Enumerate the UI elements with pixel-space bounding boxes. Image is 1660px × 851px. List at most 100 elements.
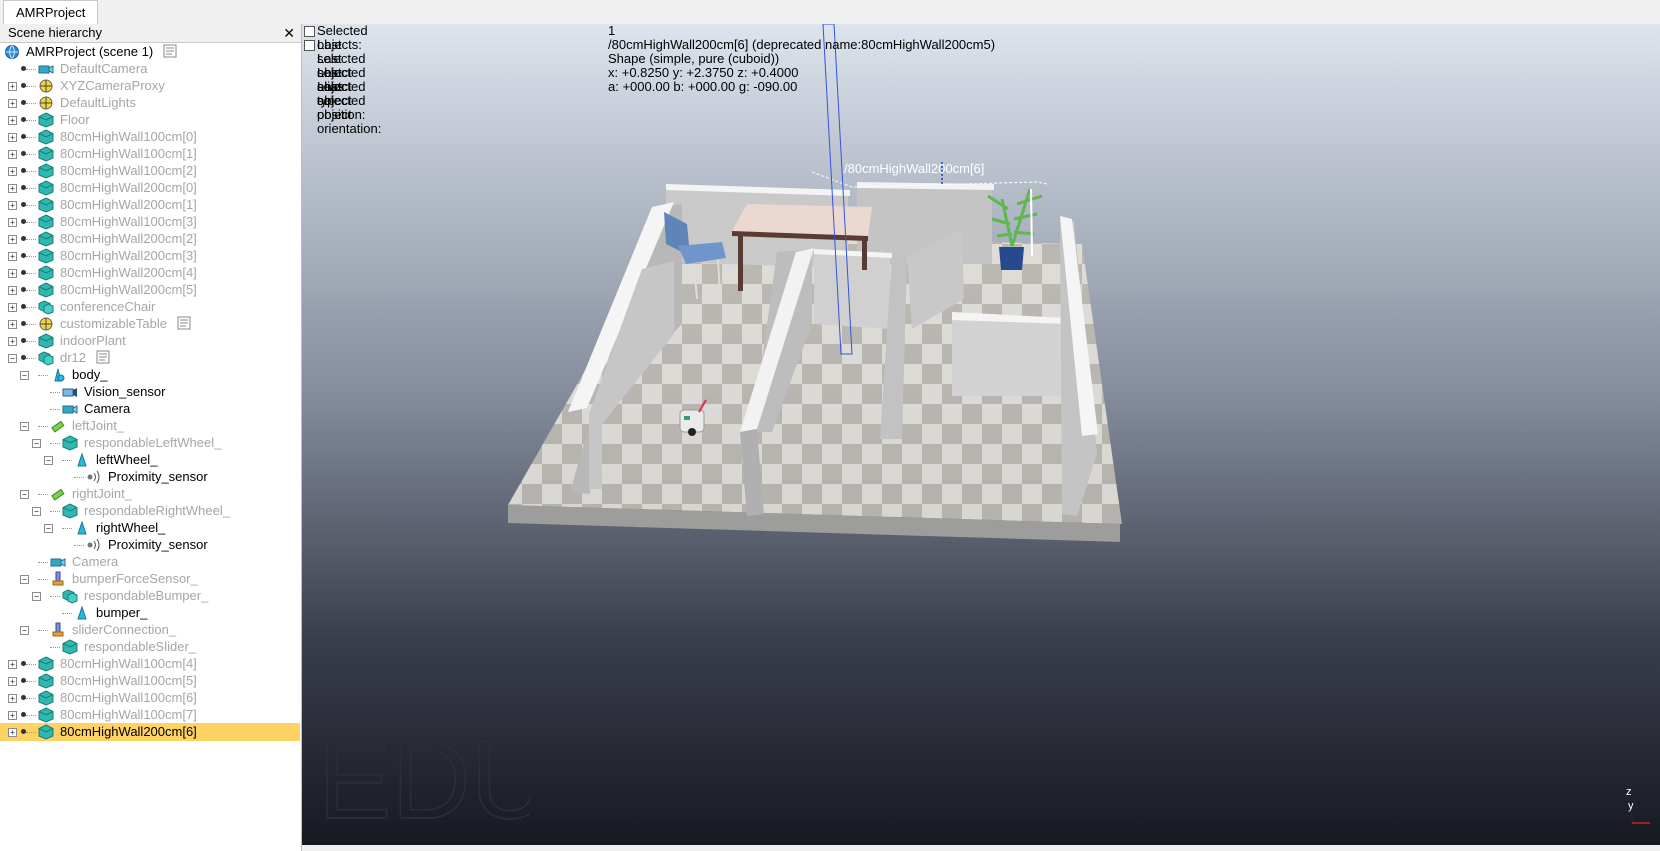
expand-icon[interactable]: +	[8, 728, 17, 737]
tree-connector	[26, 324, 36, 325]
collapse-icon[interactable]: −	[20, 490, 29, 499]
script-icon[interactable]	[177, 316, 191, 330]
collapse-icon[interactable]: −	[32, 507, 41, 516]
tree-item[interactable]: +80cmHighWall100cm[4]	[0, 655, 300, 673]
tree-item[interactable]: +80cmHighWall100cm[5]	[0, 672, 300, 690]
tree-item[interactable]: +80cmHighWall200cm[1]	[0, 196, 300, 214]
tree-item[interactable]: − rightJoint_	[0, 485, 300, 503]
tree-item[interactable]: + Floor	[0, 111, 300, 129]
tree-item[interactable]: + customizableTable	[0, 315, 300, 333]
tree-item[interactable]: +80cmHighWall200cm[3]	[0, 247, 300, 265]
tree-item[interactable]: +80cmHighWall100cm[1]	[0, 145, 300, 163]
tree-item[interactable]: +80cmHighWall200cm[6]	[0, 723, 300, 741]
tab-amrproject[interactable]: AMRProject	[3, 0, 99, 24]
expand-icon[interactable]: +	[8, 677, 17, 686]
tree-item[interactable]: +80cmHighWall100cm[3]	[0, 213, 300, 231]
tree-item-label: 80cmHighWall200cm[4]	[60, 265, 197, 280]
collapse-icon[interactable]: −	[20, 422, 29, 431]
tree-item[interactable]: +80cmHighWall100cm[6]	[0, 689, 300, 707]
expand-icon[interactable]: +	[8, 167, 17, 176]
expand-icon[interactable]: +	[8, 694, 17, 703]
tree-item[interactable]: +80cmHighWall200cm[0]	[0, 179, 300, 197]
tree-item[interactable]: +80cmHighWall200cm[4]	[0, 264, 300, 282]
tree-item[interactable]: − dr12	[0, 349, 300, 367]
expand-icon[interactable]: +	[8, 201, 17, 210]
tree-item[interactable]: + XYZCameraProxy	[0, 77, 300, 95]
expand-icon[interactable]: +	[8, 252, 17, 261]
tree-item[interactable]: +80cmHighWall200cm[2]	[0, 230, 300, 248]
scene-tree: AMRProject (scene 1) DefaultCamera + XYZCam…	[0, 43, 301, 851]
collapse-icon[interactable]: −	[8, 354, 17, 363]
tree-item[interactable]: +80cmHighWall100cm[0]	[0, 128, 300, 146]
robot-sensor-mark	[684, 416, 690, 420]
expand-icon[interactable]: +	[8, 660, 17, 669]
expand-icon[interactable]: +	[8, 150, 17, 159]
tree-item[interactable]: +80cmHighWall200cm[5]	[0, 281, 300, 299]
overlay-toggle-icon[interactable]	[304, 40, 315, 51]
tree-item[interactable]: Camera	[0, 553, 300, 571]
tree-item[interactable]: Vision_sensor	[0, 383, 300, 401]
expand-icon[interactable]: +	[8, 269, 17, 278]
tree-connector	[26, 358, 36, 359]
script-icon[interactable]	[96, 350, 110, 364]
collapse-icon[interactable]: −	[44, 524, 53, 533]
tree-item-label: 80cmHighWall200cm[1]	[60, 197, 197, 212]
table-top	[732, 204, 872, 236]
expand-icon[interactable]: +	[8, 116, 17, 125]
tree-connector	[62, 528, 72, 529]
overlay-toggle-icon[interactable]	[304, 26, 315, 37]
viewport-resize-handle[interactable]	[302, 845, 1660, 851]
expand-icon[interactable]: +	[8, 711, 17, 720]
tree-item[interactable]: − rightWheel_	[0, 519, 300, 537]
tree-item[interactable]: + conferenceChair	[0, 298, 300, 316]
collapse-icon[interactable]: −	[32, 592, 41, 601]
tree-item[interactable]: − bumperForceSensor_	[0, 570, 300, 588]
tree-item[interactable]: − leftJoint_	[0, 417, 300, 435]
tree-item-label: DefaultLights	[60, 95, 136, 110]
tree-item[interactable]: DefaultCamera	[0, 60, 300, 78]
3d-viewport[interactable]: Selected objects: 1 Last selected object a…	[302, 24, 1660, 845]
tree-connector	[26, 664, 36, 665]
collapse-icon[interactable]: −	[32, 439, 41, 448]
camera-icon	[50, 554, 66, 570]
expand-icon[interactable]: +	[8, 133, 17, 142]
tree-connector	[50, 647, 60, 648]
expand-icon[interactable]: +	[8, 320, 17, 329]
expand-icon[interactable]: +	[8, 218, 17, 227]
tree-item[interactable]: Proximity_sensor	[0, 468, 300, 486]
collapse-icon[interactable]: −	[20, 626, 29, 635]
collapse-icon[interactable]: −	[20, 371, 29, 380]
expand-icon[interactable]: +	[8, 235, 17, 244]
script-icon[interactable]	[163, 44, 177, 58]
tree-item-label: 80cmHighWall100cm[4]	[60, 656, 197, 671]
close-icon[interactable]: ✕	[283, 24, 295, 42]
expand-icon[interactable]: +	[8, 99, 17, 108]
tree-item[interactable]: − body_	[0, 366, 300, 384]
expand-icon[interactable]: +	[8, 337, 17, 346]
tree-item[interactable]: +80cmHighWall100cm[2]	[0, 162, 300, 180]
tree-item[interactable]: + DefaultLights	[0, 94, 300, 112]
tree-connector	[26, 256, 36, 257]
tree-item[interactable]: − respondableRightWheel_	[0, 502, 300, 520]
tree-item[interactable]: − respondableBumper_	[0, 587, 300, 605]
tree-item[interactable]: AMRProject (scene 1)	[0, 43, 300, 61]
tree-item[interactable]: Camera	[0, 400, 300, 418]
axis-y-label: y	[1628, 800, 1634, 812]
collapse-icon[interactable]: −	[44, 456, 53, 465]
tree-item[interactable]: Proximity_sensor	[0, 536, 300, 554]
expand-icon[interactable]: +	[8, 303, 17, 312]
tree-item[interactable]: bumper_	[0, 604, 300, 622]
tree-connector	[26, 698, 36, 699]
collapse-icon[interactable]: −	[20, 575, 29, 584]
tree-connector	[38, 579, 48, 580]
expand-icon[interactable]: +	[8, 82, 17, 91]
expand-icon[interactable]: +	[8, 184, 17, 193]
tree-item[interactable]: + indoorPlant	[0, 332, 300, 350]
tree-item[interactable]: respondableSlider_	[0, 638, 300, 656]
tree-item[interactable]: − sliderConnection_	[0, 621, 300, 639]
vision-sensor-icon	[62, 384, 78, 400]
tree-item[interactable]: +80cmHighWall100cm[7]	[0, 706, 300, 724]
expand-icon[interactable]: +	[8, 286, 17, 295]
tree-item[interactable]: − leftWheel_	[0, 451, 300, 469]
tree-item[interactable]: − respondableLeftWheel_	[0, 434, 300, 452]
